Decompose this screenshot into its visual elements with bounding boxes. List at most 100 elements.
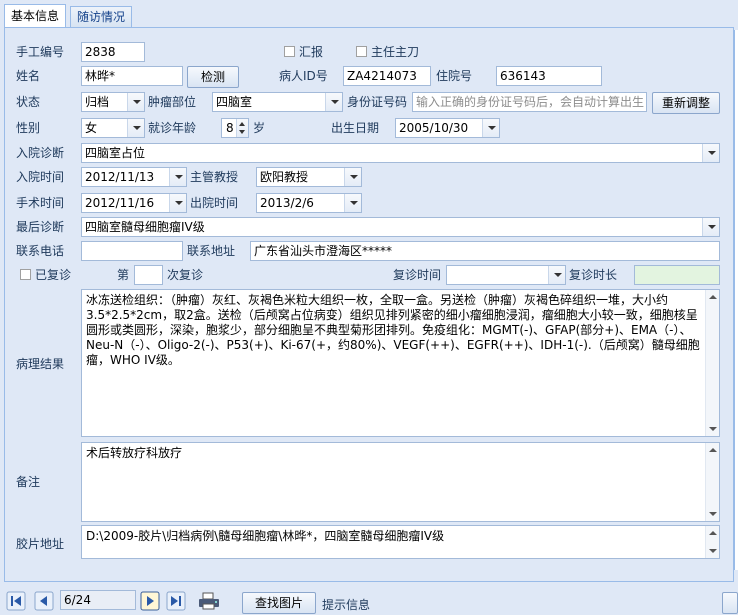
admission-diagnosis-combo[interactable]: 四脑室占位 (81, 143, 720, 163)
first-icon (6, 591, 26, 611)
admission-time-label: 入院时间 (16, 170, 65, 184)
report-checkbox-box[interactable] (284, 46, 295, 57)
tab-basic-info[interactable]: 基本信息 (4, 4, 67, 28)
first-record-button[interactable] (6, 591, 26, 611)
visit-age-label: 就诊年龄 (148, 121, 197, 135)
revisit-no-input[interactable] (134, 265, 163, 285)
prev-icon (34, 591, 54, 611)
revisited-checkbox[interactable]: 已复诊 (20, 265, 71, 285)
manual-no-label: 手工编号 (16, 45, 65, 59)
pathology-memo[interactable]: 冰冻送检组织：（肿瘤）灰红、灰褐色米粒大组织一枚，全取一盒。另送检（肿瘤）灰褐色… (81, 289, 720, 437)
contact-address-label: 联系地址 (187, 244, 236, 258)
chief-surgeon-checkbox[interactable]: 主任主刀 (356, 42, 419, 62)
next-icon (140, 591, 160, 611)
print-button[interactable] (197, 591, 221, 611)
memo-scrollbar[interactable] (705, 526, 719, 558)
report-checkbox[interactable]: 汇报 (284, 42, 323, 62)
chevron-down-icon[interactable] (548, 266, 565, 284)
tab-followup[interactable]: 随访情况 (70, 6, 133, 28)
visit-age-unit: 岁 (253, 121, 266, 135)
final-diagnosis-value: 四脑室髓母细胞瘤IV级 (85, 220, 205, 234)
final-diagnosis-label: 最后诊断 (16, 220, 65, 234)
discharge-time-value: 2013/2/6 (260, 196, 314, 210)
revisit-duration-input[interactable] (634, 265, 720, 285)
chevron-down-icon[interactable] (169, 194, 186, 212)
manual-no-input[interactable]: 2838 (81, 42, 145, 62)
id-card-input[interactable]: 输入正确的身份证号码后，会自动计算出生日期 (412, 92, 647, 112)
patient-id-input[interactable]: ZA4214073 (343, 66, 431, 86)
surgery-time-value: 2012/11/16 (85, 196, 155, 210)
status-combo[interactable]: 归档 (81, 92, 145, 112)
record-position: 6/24 (60, 590, 136, 610)
patient-id-label: 病人ID号 (279, 69, 328, 83)
contact-phone-input[interactable] (81, 241, 183, 261)
name-input[interactable]: 林晔* (81, 66, 183, 86)
last-record-button[interactable] (166, 591, 186, 611)
chevron-down-icon[interactable] (344, 168, 361, 186)
birth-date-label: 出生日期 (331, 121, 380, 135)
attending-prof-combo[interactable]: 欧阳教授 (256, 167, 362, 187)
revisited-checkbox-label: 已复诊 (35, 268, 72, 282)
discharge-time-picker[interactable]: 2013/2/6 (256, 193, 362, 213)
remarks-text: 术后转放疗科放疗 (86, 446, 183, 460)
memo-scrollbar[interactable] (705, 290, 719, 436)
check-button[interactable]: 检测 (187, 66, 239, 88)
attending-prof-label: 主管教授 (190, 170, 239, 184)
film-path-memo[interactable]: D:\2009-胶片\归档病例\髓母细胞瘤\林晔*，四脑室髓母细胞瘤IV级 (81, 525, 720, 559)
readjust-button[interactable]: 重新调整 (652, 92, 720, 114)
status-value: 归档 (85, 95, 110, 109)
tumor-site-combo[interactable]: 四脑室 (212, 92, 343, 112)
last-icon (166, 591, 186, 611)
find-image-button[interactable]: 查找图片 (242, 592, 316, 614)
status-label: 状态 (16, 95, 41, 109)
chevron-down-icon[interactable] (127, 119, 144, 137)
admission-time-value: 2012/11/13 (85, 170, 155, 184)
revisit-time-picker[interactable] (446, 265, 566, 285)
discharge-time-label: 出院时间 (190, 196, 239, 210)
surgery-time-picker[interactable]: 2012/11/16 (81, 193, 187, 213)
name-label: 姓名 (16, 69, 41, 83)
side-button[interactable] (722, 592, 738, 614)
chief-surgeon-checkbox-label: 主任主刀 (371, 45, 420, 59)
attending-prof-value: 欧阳教授 (260, 170, 309, 184)
chevron-down-icon[interactable] (482, 119, 499, 137)
spinner-arrows-icon[interactable] (236, 119, 248, 137)
pathology-label: 病理结果 (16, 357, 65, 371)
gender-combo[interactable]: 女 (81, 118, 145, 138)
tumor-site-label: 肿瘤部位 (148, 95, 197, 109)
report-checkbox-label: 汇报 (299, 45, 324, 59)
revisited-checkbox-box[interactable] (20, 269, 31, 280)
remarks-memo[interactable]: 术后转放疗科放疗 (81, 442, 720, 522)
revisit-no-suffix: 次复诊 (167, 268, 204, 282)
chevron-down-icon[interactable] (127, 93, 144, 111)
tab-strip: 基本信息 随访情况 (0, 0, 738, 28)
revisit-no-prefix: 第 (117, 268, 130, 282)
hint-label: 提示信息 (322, 598, 371, 612)
birth-date-picker[interactable]: 2005/10/30 (395, 118, 500, 138)
printer-icon (199, 592, 219, 610)
prev-record-button[interactable] (34, 591, 54, 611)
next-record-button[interactable] (140, 591, 160, 611)
chevron-down-icon[interactable] (169, 168, 186, 186)
chevron-down-icon[interactable] (344, 194, 361, 212)
revisit-duration-label: 复诊时长 (569, 268, 618, 282)
admission-time-picker[interactable]: 2012/11/13 (81, 167, 187, 187)
hospital-no-input[interactable]: 636143 (496, 66, 602, 86)
admission-diagnosis-value: 四脑室占位 (85, 146, 146, 160)
contact-address-input[interactable]: 广东省汕头市澄海区***** (250, 241, 720, 261)
gender-label: 性别 (16, 121, 41, 135)
navigator-bar: 6/24 查找图片 提示信息 (0, 585, 738, 615)
admission-diagnosis-label: 入院诊断 (16, 146, 65, 160)
chevron-down-icon[interactable] (702, 218, 719, 236)
chief-surgeon-checkbox-box[interactable] (356, 46, 367, 57)
remarks-label: 备注 (16, 475, 41, 489)
pathology-text: 冰冻送检组织：（肿瘤）灰红、灰褐色米粒大组织一枚，全取一盒。另送检（肿瘤）灰褐色… (86, 293, 700, 367)
memo-scrollbar[interactable] (705, 443, 719, 521)
chevron-down-icon[interactable] (702, 144, 719, 162)
surgery-time-label: 手术时间 (16, 196, 65, 210)
visit-age-spinner[interactable]: 8 (221, 118, 249, 138)
birth-date-value: 2005/10/30 (399, 121, 469, 135)
chevron-down-icon[interactable] (325, 93, 342, 111)
id-card-label: 身份证号码 (347, 95, 408, 109)
final-diagnosis-combo[interactable]: 四脑室髓母细胞瘤IV级 (81, 217, 720, 237)
